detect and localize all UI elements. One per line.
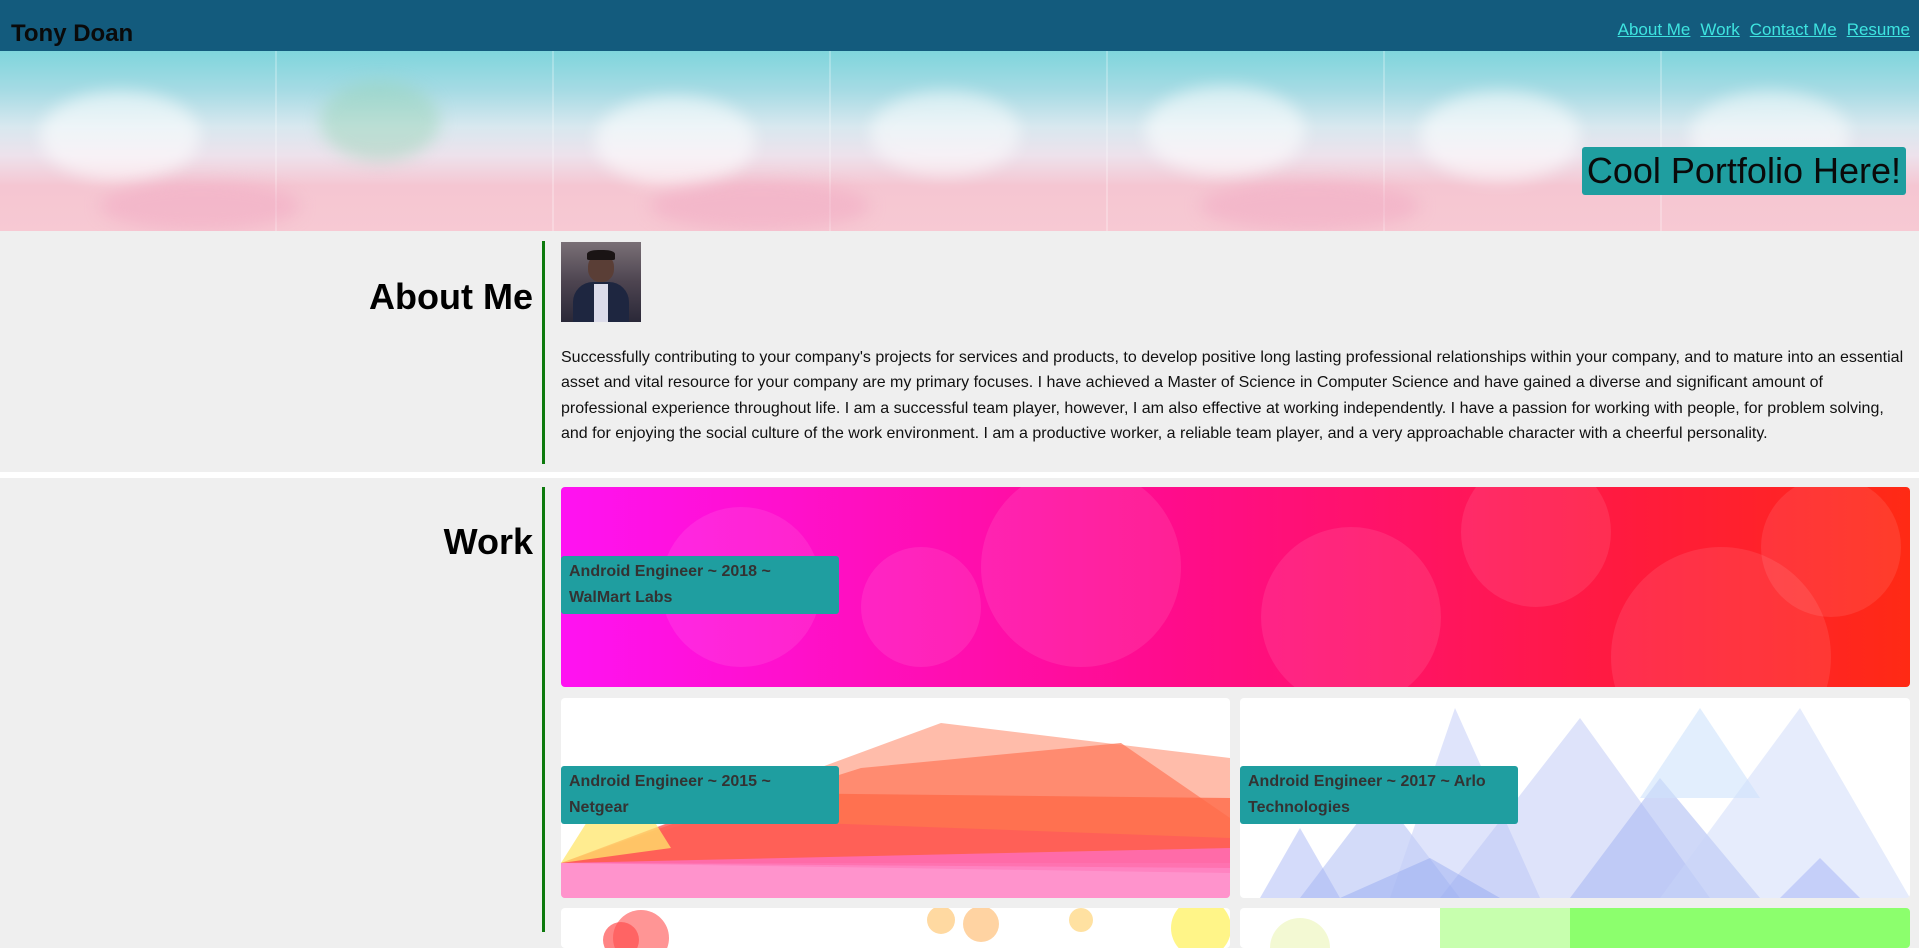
- cloud-shape: [595, 96, 755, 186]
- hero-badge: Cool Portfolio Here!: [1581, 147, 1906, 195]
- about-divider-line: [542, 241, 545, 464]
- profile-photo: [561, 242, 641, 322]
- about-description: Successfully contributing to your compan…: [561, 349, 1904, 443]
- cloud-shape: [100, 181, 300, 231]
- work-card-label: Android Engineer ~ 2017 ~ Arlo Technolog…: [1240, 766, 1518, 824]
- cloud-shape: [1420, 91, 1580, 181]
- nav-link-about-me[interactable]: About Me: [1618, 20, 1691, 40]
- nav-link-resume[interactable]: Resume: [1847, 20, 1910, 40]
- cloud-shape: [650, 181, 870, 231]
- work-card-partial-left[interactable]: [561, 908, 1230, 948]
- cloud-shape: [870, 91, 1020, 176]
- work-card-netgear[interactable]: Android Engineer ~ 2015 ~ Netgear: [561, 698, 1230, 898]
- bubbles-art: [603, 908, 1230, 948]
- top-nav: About Me Work Contact Me Resume: [1618, 20, 1910, 40]
- work-card-walmart[interactable]: Android Engineer ~ 2018 ~ WalMart Labs: [561, 487, 1910, 687]
- work-card-label: Android Engineer ~ 2018 ~ WalMart Labs: [561, 556, 839, 614]
- cloud-shape: [1145, 86, 1305, 176]
- cloud-shape: [40, 91, 200, 181]
- site-title[interactable]: Tony Doan: [11, 20, 133, 48]
- cloud-shape: [1200, 181, 1420, 231]
- work-card-partial-right[interactable]: [1240, 908, 1910, 948]
- green-art: [1270, 908, 1910, 948]
- work-card-label: Android Engineer ~ 2015 ~ Netgear: [561, 766, 839, 824]
- work-card-arlo[interactable]: Android Engineer ~ 2017 ~ Arlo Technolog…: [1240, 698, 1910, 898]
- work-divider-line: [542, 487, 545, 932]
- about-heading: About Me: [369, 276, 533, 317]
- cloud-shape: [320, 81, 440, 161]
- work-heading: Work: [443, 521, 533, 562]
- top-header: Tony Doan About Me Work Contact Me Resum…: [0, 0, 1919, 51]
- section-divider: [0, 472, 1919, 478]
- nav-link-contact-me[interactable]: Contact Me: [1750, 20, 1837, 40]
- hero-banner: Cool Portfolio Here!: [0, 51, 1919, 231]
- nav-link-work[interactable]: Work: [1700, 20, 1739, 40]
